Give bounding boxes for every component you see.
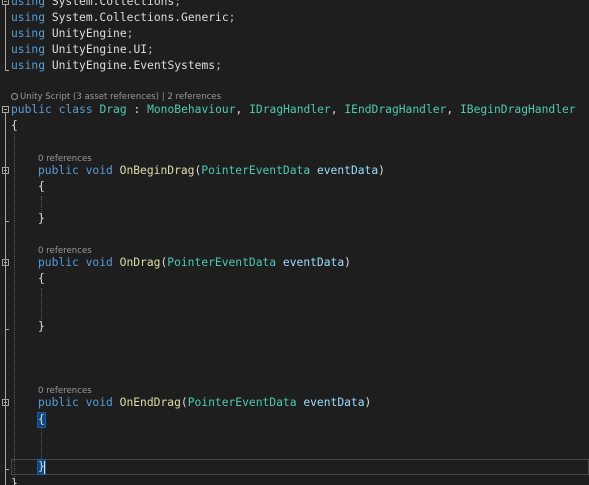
keyword-token: public bbox=[38, 256, 79, 269]
brace-token: { bbox=[38, 272, 45, 285]
code-line-method-ondrag[interactable]: public void OnDrag(PointerEventData even… bbox=[38, 255, 351, 271]
punctuation-token: , bbox=[235, 103, 250, 116]
code-line-using[interactable]: using System.Collections; bbox=[11, 0, 181, 10]
type-token: IEndDragHandler bbox=[344, 103, 447, 116]
code-line-open-brace[interactable]: { bbox=[11, 118, 18, 134]
code-line-using[interactable]: using System.Collections.Generic; bbox=[11, 10, 235, 26]
type-token: PointerEventData bbox=[187, 396, 297, 409]
class-name-token: Drag bbox=[99, 103, 127, 116]
code-line-method-onenddrag[interactable]: public void OnEndDrag(PointerEventData e… bbox=[38, 395, 371, 411]
keyword-token: using bbox=[11, 27, 46, 40]
keyword-token: class bbox=[58, 103, 93, 116]
code-line-open-brace[interactable]: { bbox=[38, 412, 45, 428]
punctuation-token: ( bbox=[180, 396, 188, 409]
type-token: MonoBehaviour bbox=[147, 103, 236, 116]
code-line-using[interactable]: using UnityEngine.EventSystems; bbox=[11, 58, 222, 74]
code-line-class-declaration[interactable]: public class Drag : MonoBehaviour, IDrag… bbox=[11, 102, 576, 118]
keyword-token: using bbox=[11, 0, 46, 8]
keyword-token: void bbox=[85, 256, 113, 269]
namespace-token: UnityEngine bbox=[51, 27, 127, 40]
indent-guide bbox=[41, 288, 42, 322]
punctuation-token: ; bbox=[174, 0, 182, 8]
fold-collapse-icon[interactable] bbox=[2, 259, 9, 266]
fold-rail-end bbox=[5, 70, 9, 71]
parameter-token: eventData bbox=[282, 256, 345, 269]
type-token: IDragHandler bbox=[249, 103, 331, 116]
brace-token: { bbox=[38, 180, 45, 193]
codelens-unity-references[interactable]: Unity Script (3 asset references) bbox=[20, 92, 159, 102]
code-line-open-brace[interactable]: { bbox=[38, 271, 45, 287]
method-name-token: OnDrag bbox=[119, 256, 161, 269]
code-editor[interactable]: using System.Collections; using System.C… bbox=[0, 0, 589, 485]
indent-guide bbox=[41, 428, 42, 459]
punctuation-token: ; bbox=[126, 27, 134, 40]
punctuation-token: ; bbox=[147, 43, 154, 56]
keyword-token: public bbox=[11, 103, 52, 116]
keyword-token: using bbox=[11, 59, 46, 72]
punctuation-token: , bbox=[330, 103, 345, 116]
text-caret bbox=[44, 461, 45, 474]
namespace-token: UnityEngine.UI bbox=[51, 43, 148, 56]
punctuation-token: ; bbox=[228, 11, 236, 24]
code-line-close-brace[interactable]: } bbox=[11, 476, 18, 485]
fold-rail-end bbox=[5, 329, 9, 330]
keyword-token: void bbox=[85, 164, 113, 177]
keyword-token: void bbox=[85, 396, 113, 409]
punctuation-token: ) bbox=[364, 396, 372, 409]
punctuation-token: ) bbox=[344, 256, 351, 269]
method-name-token: OnEndDrag bbox=[119, 396, 181, 409]
punctuation-token: , bbox=[446, 103, 460, 116]
indent-guide bbox=[14, 134, 15, 485]
namespace-token: System.Collections bbox=[51, 0, 175, 8]
punctuation-token: ; bbox=[215, 59, 222, 72]
code-line-close-brace[interactable]: } bbox=[38, 211, 45, 227]
namespace-token: System.Collections.Generic bbox=[51, 11, 229, 24]
fold-collapse-icon[interactable] bbox=[2, 167, 9, 174]
fold-rail-end bbox=[5, 469, 9, 470]
type-token: IBeginDragHandler bbox=[459, 103, 576, 116]
code-line-close-brace[interactable]: } bbox=[38, 319, 45, 335]
brace-token: } bbox=[38, 212, 45, 225]
code-line-open-brace[interactable]: { bbox=[38, 179, 45, 195]
type-token: PointerEventData bbox=[167, 256, 277, 269]
codelens-references[interactable]: 2 references bbox=[167, 92, 221, 102]
keyword-token: using bbox=[11, 43, 46, 56]
fold-rail bbox=[5, 5, 6, 70]
fold-collapse-icon[interactable] bbox=[2, 399, 9, 406]
code-line-method-onbegindrag[interactable]: public void OnBeginDrag(PointerEventData… bbox=[38, 163, 385, 179]
unity-icon bbox=[11, 93, 18, 100]
brace-token: { bbox=[38, 413, 45, 426]
keyword-token: public bbox=[38, 396, 79, 409]
punctuation-token: : bbox=[126, 103, 148, 116]
code-line-using[interactable]: using UnityEngine.UI; bbox=[11, 42, 154, 58]
brace-token: { bbox=[11, 119, 18, 132]
type-token: PointerEventData bbox=[201, 164, 311, 177]
fold-collapse-icon[interactable] bbox=[2, 106, 9, 113]
parameter-token: eventData bbox=[303, 396, 365, 409]
namespace-token: UnityEngine.EventSystems bbox=[51, 59, 216, 72]
punctuation-token: ) bbox=[378, 164, 385, 177]
current-line-highlight bbox=[11, 459, 589, 475]
code-line-using[interactable]: using UnityEngine; bbox=[11, 26, 133, 42]
fold-rail-end bbox=[5, 221, 9, 222]
parameter-token: eventData bbox=[316, 164, 379, 177]
keyword-token: using bbox=[11, 11, 46, 24]
brace-token: } bbox=[38, 320, 45, 333]
keyword-token: public bbox=[38, 164, 79, 177]
brace-token: } bbox=[11, 477, 18, 485]
method-name-token: OnBeginDrag bbox=[119, 164, 195, 177]
